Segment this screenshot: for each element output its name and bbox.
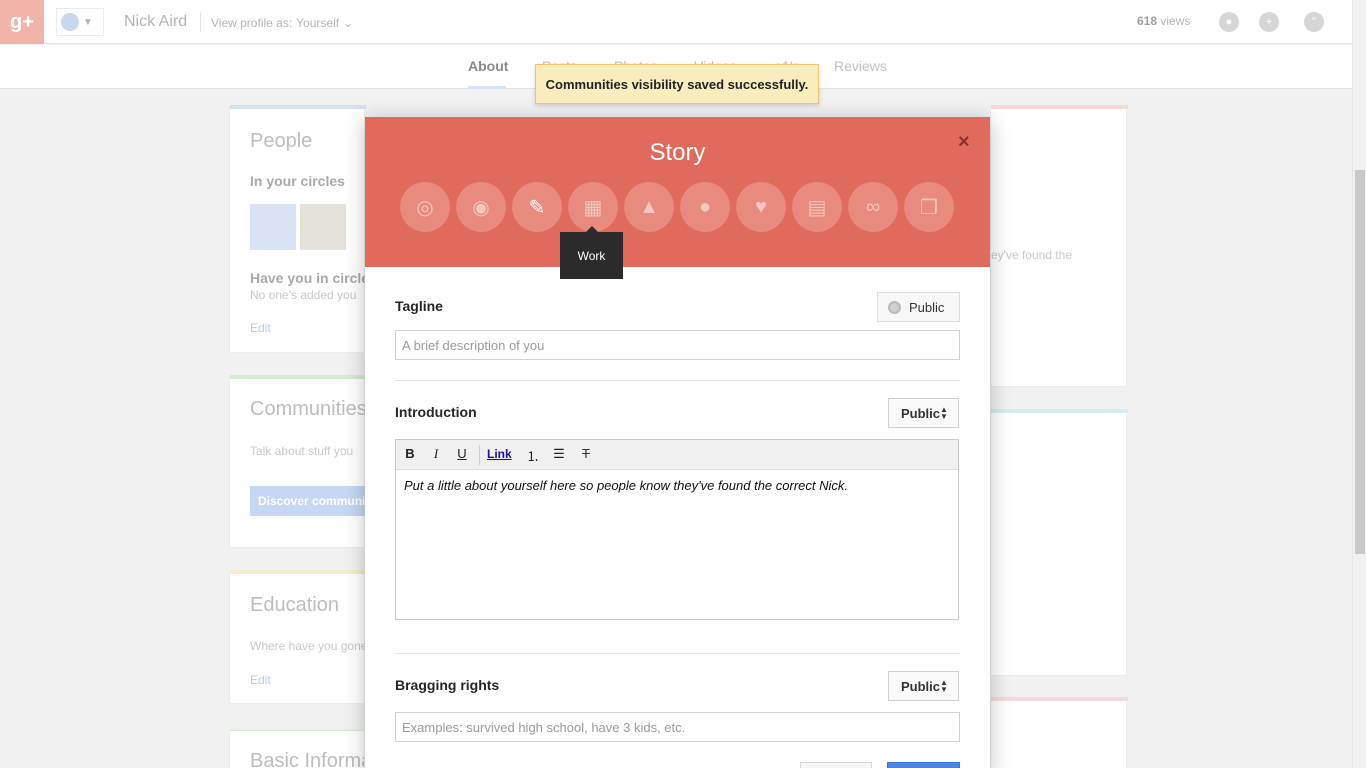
tagline-visibility-button[interactable]: Public [877,292,960,322]
divider [395,653,960,654]
other-profiles-icon[interactable]: ❐ [904,182,954,232]
dialog-title: Story [649,139,706,166]
bragging-visibility-select[interactable]: Public ▲ ▼ [888,671,959,701]
avatar[interactable] [300,204,346,250]
chevron-down-icon: ⌄ [343,16,354,30]
card-title: Education [250,594,339,616]
editor-toolbar: B I U Link ⒈ ☰ T [396,440,958,470]
tab-about[interactable]: About [468,58,508,74]
education-icon[interactable]: ▲ [624,182,674,232]
work-icon[interactable]: ▦ [568,182,618,232]
tab-reviews[interactable]: Reviews [834,58,887,74]
divider [395,380,960,381]
views-count: 618 views [1137,14,1190,28]
cancel-button[interactable] [800,762,872,768]
card-title: People [250,130,313,152]
dialog-header: Story × ◎ ◉ ✎ ▦ ▲ ● ♥ ▤ ∞ ❐ [365,117,990,267]
save-button[interactable] [887,762,960,768]
card-text: ey've found the [991,248,1073,262]
bulleted-list-icon[interactable]: ☰ [550,446,568,462]
avatar-icon [61,13,79,31]
active-tab-indicator [468,86,506,89]
select-arrows-icon: ▲ ▼ [940,405,948,421]
visibility-label: Public [901,678,941,694]
page-scrollbar[interactable] [1352,0,1366,768]
card-stripe [230,570,366,574]
have-you-label: Have you in circles [250,270,377,286]
notifications-icon[interactable]: ● [1219,12,1239,32]
bragging-rights-label: Bragging rights [395,677,500,693]
basic-info-icon[interactable]: ♥ [736,182,786,232]
clear-formatting-icon[interactable]: T [577,446,595,461]
introduction-visibility-select[interactable]: Public ▲ ▼ [888,398,959,428]
work-tooltip: Work [560,226,623,279]
view-profile-as[interactable]: View profile as: Yourself ⌄ [211,16,353,30]
introduction-label: Introduction [395,404,477,420]
divider [200,12,201,32]
communities-card: Communities Talk about stuff you Discove… [229,375,400,548]
account-switcher[interactable]: ▼ [56,8,104,36]
links-icon[interactable]: ◎ [400,182,450,232]
card-text: Talk about stuff you [250,444,354,458]
toolbar-divider [479,445,480,465]
introduction-text[interactable]: Put a little about yourself here so peop… [404,478,949,493]
visibility-label: Public [909,299,945,315]
contact-info-icon[interactable]: ▤ [792,182,842,232]
scrollbar-thumb[interactable] [1355,170,1365,554]
bold-button[interactable]: B [401,446,419,461]
tagline-input[interactable] [395,330,960,360]
hangouts-icon[interactable]: " [1304,12,1324,32]
places-icon[interactable]: ● [680,182,730,232]
underline-button[interactable]: U [453,446,471,461]
link-button[interactable]: Link [487,447,512,461]
edit-link[interactable]: Edit [250,673,271,687]
top-bar: g+ ▼ Nick Aird View profile as: Yourself… [0,0,1366,44]
card-title: Basic Information [250,750,364,768]
close-icon[interactable]: × [958,131,970,154]
edit-link[interactable]: Edit [250,321,271,335]
google-plus-logo[interactable]: g+ [0,0,44,44]
views-number: 618 [1137,14,1158,28]
story-icon[interactable]: ✎ [512,182,562,232]
view-as-value: Yourself [296,16,340,30]
chevron-down-icon: ▼ [83,16,93,28]
card-stripe [991,697,1128,701]
view-as-label: View profile as: [211,16,293,30]
people-card: People In your circles Have you in circl… [229,105,377,353]
card-title: Communities [250,398,367,420]
visibility-label: Public [901,405,941,421]
card-stripe [991,409,1128,413]
introduction-editor: B I U Link ⒈ ☰ T Put a little about your… [395,439,959,620]
right-card-bg [990,409,1128,676]
chain-links-icon[interactable]: ∞ [848,182,898,232]
share-icon[interactable]: + [1259,12,1279,32]
in-circles-label: In your circles [250,173,345,189]
story-dialog: Story × ◎ ◉ ✎ ▦ ▲ ● ♥ ▤ ∞ ❐ Work Tagline… [365,117,990,768]
status-toast: Communities visibility saved successfull… [535,64,819,104]
italic-button[interactable]: I [427,446,445,462]
card-stripe [230,375,366,379]
select-arrows-icon: ▲ ▼ [940,678,948,694]
story-card-bg: ey've found the [990,105,1128,387]
bragging-rights-input[interactable] [395,712,960,742]
avatar[interactable] [250,204,296,250]
profile-name[interactable]: Nick Aird [124,13,187,31]
education-card: Education Where have you gone Edit [229,570,368,704]
no-one-text: No one's added you [250,288,357,302]
card-stripe [230,730,364,731]
tagline-label: Tagline [395,298,443,314]
right-card-bg-2 [990,697,1128,768]
globe-icon [888,300,901,314]
circles-icon[interactable]: ◉ [456,182,506,232]
card-text: Where have you gone [250,639,368,653]
card-stripe [991,105,1128,109]
numbered-list-icon[interactable]: ⒈ [524,446,542,465]
basic-info-card: Basic Information [229,729,365,768]
card-stripe [230,105,366,109]
views-label: views [1160,14,1191,28]
